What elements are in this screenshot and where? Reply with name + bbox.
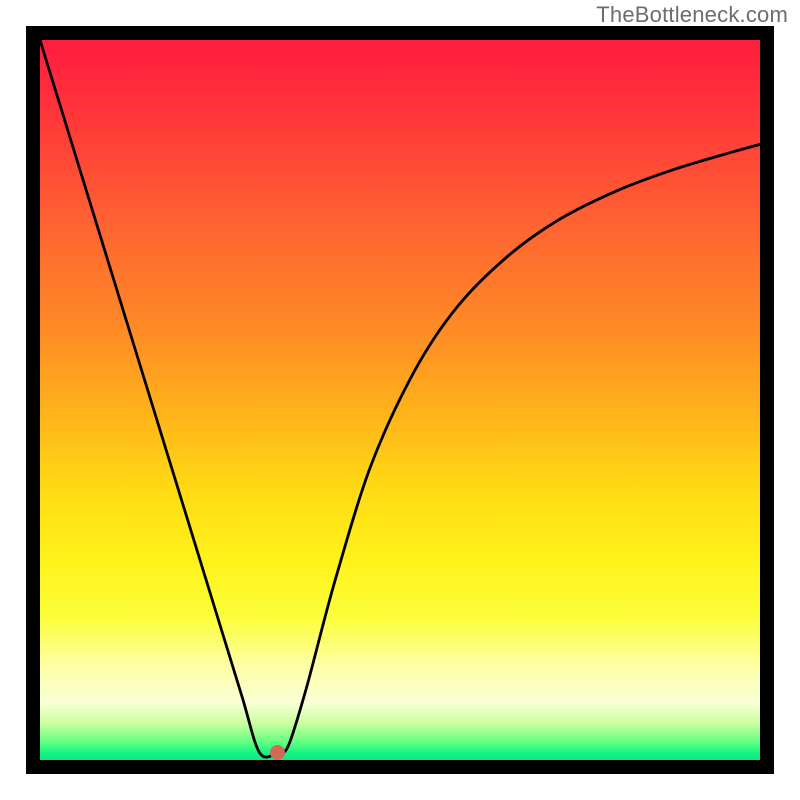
plot-area (40, 40, 760, 760)
chart-stage: TheBottleneck.com (0, 0, 800, 800)
curve-path (40, 40, 760, 757)
chart-outer-frame (26, 26, 774, 774)
curve-svg (40, 40, 760, 760)
watermark-text: TheBottleneck.com (596, 2, 788, 28)
